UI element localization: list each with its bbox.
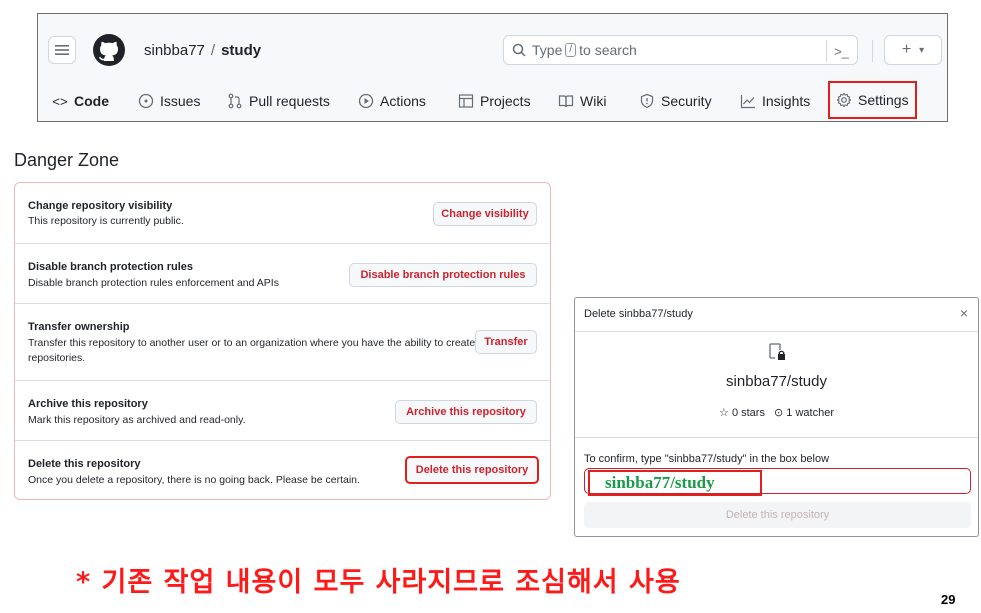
row-description: Transfer this repository to another user… bbox=[28, 337, 476, 364]
dialog-header: Delete sinbba77/study × bbox=[575, 298, 978, 332]
header-top-row: sinbba77 / study Type / to search >_ + ▾ bbox=[38, 14, 947, 72]
pull-request-icon bbox=[228, 93, 242, 109]
danger-row-delete: Delete this repository Once you delete a… bbox=[15, 440, 550, 500]
row-title: Transfer ownership bbox=[28, 321, 130, 333]
warning-caption: * 기존 작업 내용이 모두 사라지므로 조심해서 사용 bbox=[76, 567, 681, 598]
issue-icon bbox=[138, 93, 154, 109]
tab-security[interactable]: Security bbox=[639, 86, 712, 116]
repo-breadcrumb: sinbba77 / study bbox=[144, 42, 261, 59]
archive-repository-button[interactable]: Archive this repository bbox=[395, 400, 537, 424]
row-description: Mark this repository as archived and rea… bbox=[28, 414, 246, 426]
tab-label: Security bbox=[661, 93, 712, 109]
row-description: Once you delete a repository, there is n… bbox=[28, 474, 360, 486]
table-icon bbox=[458, 94, 474, 108]
confirm-typed-value: sinbba77/study bbox=[588, 470, 762, 496]
chevron-down-icon: ▾ bbox=[919, 44, 925, 56]
terminal-icon: >_ bbox=[834, 43, 849, 59]
shield-icon bbox=[640, 93, 654, 109]
close-icon[interactable]: × bbox=[960, 305, 968, 321]
page-number: 29 bbox=[941, 592, 956, 607]
dialog-repo-name: sinbba77/study bbox=[726, 373, 827, 390]
dialog-repo-stats: ☆ 0 stars ⊙ 1 watcher bbox=[575, 406, 978, 419]
danger-row-transfer: Transfer ownership Transfer this reposit… bbox=[15, 303, 550, 380]
tab-projects[interactable]: Projects bbox=[458, 86, 531, 116]
star-icon: ☆ bbox=[719, 407, 729, 419]
tab-label: Settings bbox=[858, 92, 909, 108]
row-description: This repository is currently public. bbox=[28, 215, 184, 227]
tab-label: Issues bbox=[160, 93, 201, 109]
repo-header: sinbba77 / study Type / to search >_ + ▾ <… bbox=[37, 13, 948, 122]
play-icon bbox=[358, 93, 374, 109]
command-palette-button[interactable]: >_ bbox=[826, 40, 856, 62]
header-divider bbox=[872, 40, 873, 62]
disable-branch-protection-button[interactable]: Disable branch protection rules bbox=[349, 263, 537, 287]
confirm-label: To confirm, type "sinbba77/study" in the… bbox=[584, 453, 830, 465]
danger-zone-title: Danger Zone bbox=[14, 150, 120, 170]
tab-label: Actions bbox=[380, 93, 426, 109]
tab-code[interactable]: <> Code bbox=[52, 86, 109, 116]
watchers-count: 1 watcher bbox=[786, 407, 834, 419]
change-visibility-button[interactable]: Change visibility bbox=[433, 202, 537, 226]
gear-icon bbox=[836, 92, 852, 108]
tab-label: Wiki bbox=[580, 93, 607, 109]
search-suffix: to search bbox=[579, 42, 637, 58]
hamburger-icon bbox=[55, 45, 69, 55]
owner-link[interactable]: sinbba77 bbox=[144, 42, 205, 59]
dialog-delete-button[interactable]: Delete this repository bbox=[584, 502, 971, 528]
repo-locked-icon bbox=[769, 343, 785, 360]
book-icon bbox=[558, 95, 574, 108]
danger-row-branch-protection: Disable branch protection rules Disable … bbox=[15, 243, 550, 303]
tab-label: Pull requests bbox=[249, 93, 330, 109]
dialog-title: Delete sinbba77/study bbox=[584, 308, 693, 320]
tab-issues[interactable]: Issues bbox=[138, 86, 200, 116]
tab-insights[interactable]: Insights bbox=[740, 86, 810, 116]
danger-zone-panel: Change repository visibility This reposi… bbox=[14, 182, 551, 500]
eye-icon: ⊙ bbox=[774, 407, 784, 419]
graph-icon bbox=[740, 95, 755, 109]
row-description: Disable branch protection rules enforcem… bbox=[28, 277, 279, 289]
search-icon bbox=[512, 43, 526, 57]
delete-confirm-dialog: Delete sinbba77/study × sinbba77/study ☆… bbox=[574, 297, 979, 537]
danger-row-archive: Archive this repository Mark this reposi… bbox=[15, 380, 550, 440]
row-title: Change repository visibility bbox=[28, 200, 173, 212]
tab-actions[interactable]: Actions bbox=[358, 86, 426, 116]
repo-nav: <> Code Issues Pull requests Actions Pro… bbox=[38, 81, 947, 119]
tab-label: Insights bbox=[762, 93, 811, 109]
dialog-divider bbox=[575, 437, 978, 438]
search-input[interactable]: Type / to search bbox=[503, 35, 858, 65]
repo-link[interactable]: study bbox=[221, 42, 261, 59]
transfer-button[interactable]: Transfer bbox=[475, 330, 537, 354]
tab-settings[interactable]: Settings bbox=[828, 81, 917, 119]
github-logo-icon[interactable] bbox=[93, 34, 125, 66]
tab-label: Code bbox=[74, 93, 109, 109]
tab-pull-requests[interactable]: Pull requests bbox=[227, 86, 330, 116]
menu-button[interactable] bbox=[48, 36, 76, 64]
row-title: Disable branch protection rules bbox=[28, 261, 194, 273]
create-new-button[interactable]: + ▾ bbox=[884, 35, 942, 65]
delete-repository-button[interactable]: Delete this repository bbox=[405, 456, 539, 484]
breadcrumb-separator: / bbox=[210, 42, 216, 59]
plus-icon: + bbox=[901, 41, 912, 58]
row-title: Archive this repository bbox=[28, 398, 148, 410]
danger-row-visibility: Change repository visibility This reposi… bbox=[15, 183, 550, 243]
search-prefix: Type bbox=[532, 42, 563, 58]
tab-wiki[interactable]: Wiki bbox=[558, 86, 606, 116]
row-title: Delete this repository bbox=[28, 458, 141, 470]
tab-label: Projects bbox=[480, 93, 531, 109]
code-icon: <> bbox=[52, 93, 68, 109]
stars-count: 0 stars bbox=[731, 407, 765, 419]
search-shortcut-key: / bbox=[565, 43, 577, 57]
